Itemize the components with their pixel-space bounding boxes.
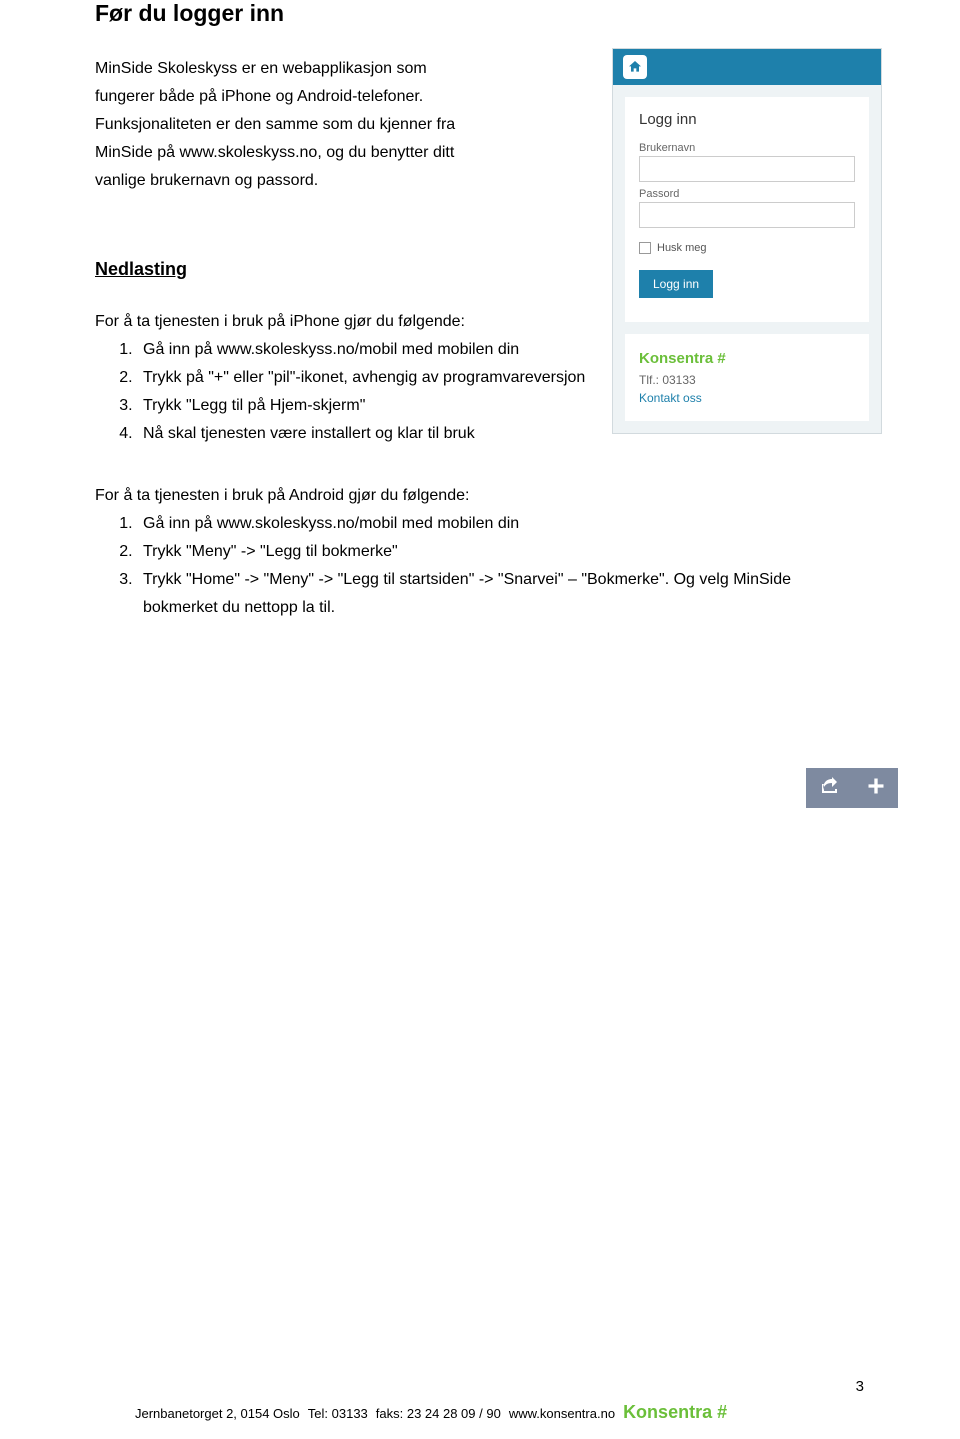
remember-label: Husk meg [657,242,707,254]
intro-paragraph: MinSide Skoleskyss er en webapplikasjon … [95,55,555,195]
android-intro: For å ta tjenesten i bruk på Android gjø… [95,482,870,510]
contact-phone: Tlf.: 03133 [639,371,855,389]
page-title: Før du logger inn [95,0,870,55]
intro-line: fungerer både på iPhone og Android-telef… [95,88,423,105]
page-number: 3 [856,1378,864,1395]
username-input[interactable] [639,156,855,182]
share-icon[interactable] [818,774,842,803]
login-title: Logg inn [639,111,855,128]
list-item: Trykk "Home" -> "Meny" -> "Legg til star… [137,566,870,622]
contact-link[interactable]: Kontakt oss [639,389,855,407]
login-button[interactable]: Logg inn [639,270,713,298]
list-item: Gå inn på www.skoleskyss.no/mobil med mo… [137,510,870,538]
contact-card: Konsentra # Tlf.: 03133 Kontakt oss [625,334,869,421]
password-label: Passord [639,188,855,200]
footer-fax: faks: 23 24 28 09 / 90 [376,1406,501,1421]
footer-tel: Tel: 03133 [308,1406,368,1421]
plus-icon[interactable] [866,776,886,801]
footer-web: www.konsentra.no [509,1406,615,1421]
login-form: Logg inn Brukernavn Passord Husk meg Log… [625,97,869,322]
android-steps-list: Gå inn på www.skoleskyss.no/mobil med mo… [95,510,870,622]
footer-brand: Konsentra # [623,1402,727,1423]
remember-checkbox[interactable] [639,242,651,254]
login-screenshot: Logg inn Brukernavn Passord Husk meg Log… [612,48,882,434]
footer: Jernbanetorget 2, 0154 Oslo Tel: 03133 f… [0,1402,960,1423]
password-input[interactable] [639,202,855,228]
login-header-bar [613,49,881,85]
list-item: Trykk "Meny" -> "Legg til bokmerke" [137,538,870,566]
intro-line: vanlige brukernavn og passord. [95,172,318,189]
intro-line: MinSide Skoleskyss er en webapplikasjon … [95,60,427,77]
footer-address: Jernbanetorget 2, 0154 Oslo [135,1406,300,1421]
username-label: Brukernavn [639,142,855,154]
intro-line: MinSide på www.skoleskyss.no, og du beny… [95,144,454,161]
home-icon[interactable] [623,55,647,79]
contact-brand: Konsentra # [639,348,855,371]
intro-line: Funksjonaliteten er den samme som du kje… [95,116,455,133]
share-plus-toolbar [806,768,898,808]
